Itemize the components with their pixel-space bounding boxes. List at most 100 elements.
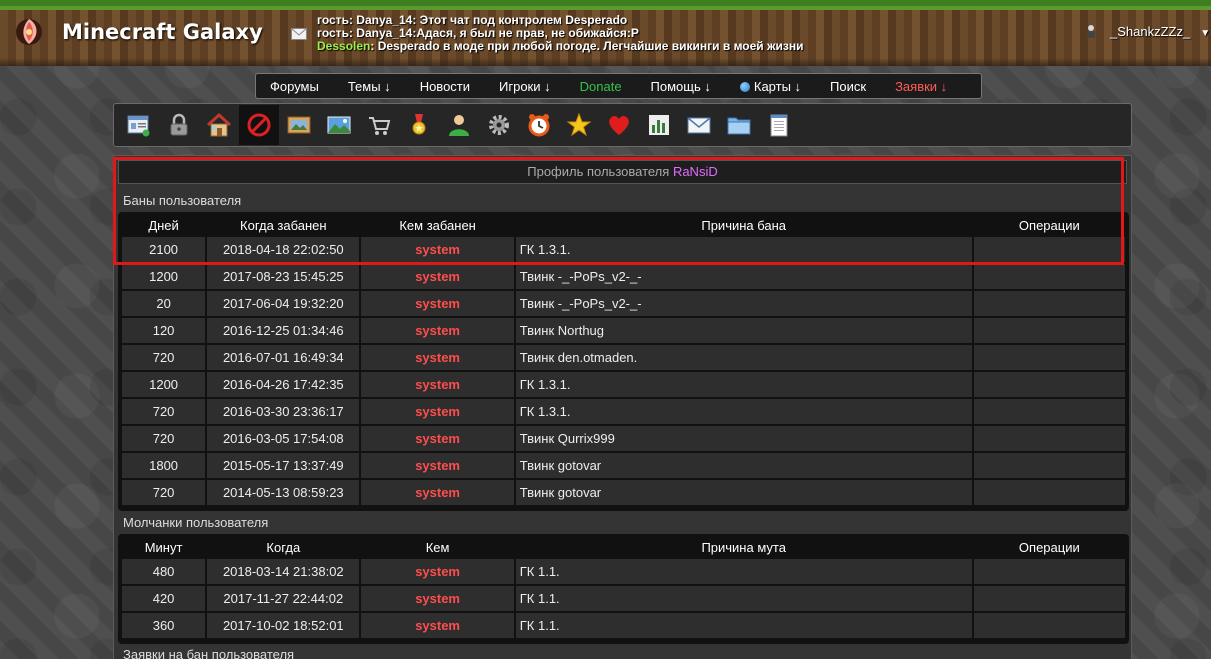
ban-reason: Твинк den.otmaden. (515, 345, 972, 370)
landscape-icon[interactable] (319, 105, 359, 145)
clock-icon[interactable] (519, 105, 559, 145)
globe-icon (739, 81, 750, 92)
chat-nick[interactable]: гость (317, 13, 349, 27)
ban-operations (973, 426, 1125, 451)
column-header: Причина мута (515, 538, 972, 557)
column-header: Операции (973, 538, 1125, 557)
table-row: 120 2016-12-25 01:34:46 system Твинк Northu… (122, 318, 1125, 343)
table-row: 420 2017-11-27 22:44:02 system ГК 1.1. (122, 586, 1125, 611)
mute-reason: ГК 1.1. (515, 586, 972, 611)
ban-date: 2015-05-17 13:37:49 (207, 453, 360, 478)
ban-author-link[interactable]: system (361, 480, 514, 505)
nav-item-donate[interactable]: Donate (580, 79, 622, 94)
ban-reason: Твинк -_-PoPs_v2-_- (515, 264, 972, 289)
mute-author-link[interactable]: system (361, 559, 514, 584)
column-header: Кем (361, 538, 514, 557)
mail-icon[interactable] (291, 28, 307, 40)
profile-username[interactable]: RaNsiD (673, 164, 718, 179)
ban-operations (973, 345, 1125, 370)
table-row: 480 2018-03-14 21:38:02 system ГК 1.1. (122, 559, 1125, 584)
nav-item-maps-label: Карты ↓ (753, 78, 802, 94)
bans-table: Дней Когда забанен Кем забанен Причина б… (118, 212, 1129, 511)
ban-days: 720 (122, 399, 206, 424)
galaxy-logo-icon[interactable] (12, 14, 46, 48)
nav-item-players[interactable]: Игроки ↓ (499, 79, 551, 94)
ban-author-link[interactable]: system (361, 372, 514, 397)
ban-reason: ГК 1.3.1. (515, 399, 972, 424)
table-row: 720 2016-03-05 17:54:08 system Твинк Qurrix… (122, 426, 1125, 451)
mute-author-link[interactable]: system (361, 586, 514, 611)
table-row: 720 2014-05-13 08:59:23 system Твинк gotova… (122, 480, 1125, 505)
ban-date: 2016-03-30 23:36:17 (207, 399, 360, 424)
nav-item-search[interactable]: Поиск (830, 79, 866, 94)
chat-message: : Danya_14: Этот чат под контролем Despe… (348, 13, 628, 27)
nav-item-news[interactable]: Новости (420, 79, 470, 94)
ban-author-link[interactable]: system (361, 264, 514, 289)
ban-author-link[interactable]: system (361, 345, 514, 370)
ban-operations (973, 237, 1125, 262)
ban-date: 2018-04-18 22:02:50 (207, 237, 360, 262)
nav-item-topics[interactable]: Темы ↓ (348, 79, 391, 94)
ban-author-link[interactable]: system (361, 399, 514, 424)
chat-nick[interactable]: гость (317, 26, 349, 40)
column-header: Кем забанен (361, 216, 514, 235)
ban-reason: Твинк Northug (515, 318, 972, 343)
mute-date: 2017-10-02 18:52:01 (207, 613, 360, 638)
ban-operations (973, 453, 1125, 478)
chat-line: Dessolen: Desperado в моде при любой пог… (317, 40, 803, 53)
ban-author-link[interactable]: system (361, 291, 514, 316)
gear-icon[interactable] (479, 105, 519, 145)
user-icon[interactable] (439, 105, 479, 145)
mute-reason: ГК 1.1. (515, 559, 972, 584)
chat-message: : Danya_14:Адася, я был не прав, не обиж… (348, 26, 639, 40)
table-row: 1800 2015-05-17 13:37:49 system Твинк gotov… (122, 453, 1125, 478)
heart-icon[interactable] (599, 105, 639, 145)
id-card-icon[interactable] (119, 105, 159, 145)
ban-operations (973, 372, 1125, 397)
ban-days: 120 (122, 318, 206, 343)
ban-operations (973, 291, 1125, 316)
nav-item-requests[interactable]: Заявки ↓ (895, 79, 947, 94)
ban-author-link[interactable]: system (361, 453, 514, 478)
ban-author-link[interactable]: system (361, 318, 514, 343)
profile-panel: Профиль пользователя RaNsiD Баны пользов… (113, 155, 1132, 659)
picture-icon[interactable] (279, 105, 319, 145)
nav-item-help[interactable]: Помощь ↓ (651, 79, 711, 94)
ban-author-link[interactable]: system (361, 237, 514, 262)
column-header: Причина бана (515, 216, 972, 235)
mute-date: 2017-11-27 22:44:02 (207, 586, 360, 611)
ban-date: 2016-12-25 01:34:46 (207, 318, 360, 343)
ban-operations (973, 318, 1125, 343)
mute-reason: ГК 1.1. (515, 613, 972, 638)
mutes-table: Минут Когда Кем Причина мута Операции 48… (118, 534, 1129, 644)
nav-item-forums[interactable]: Форумы (270, 79, 319, 94)
mute-author-link[interactable]: system (361, 613, 514, 638)
medal-icon[interactable] (399, 105, 439, 145)
folder-icon[interactable] (719, 105, 759, 145)
ban-days: 1200 (122, 372, 206, 397)
table-row: 20 2017-06-04 19:32:20 system Твинк -_-PoPs… (122, 291, 1125, 316)
profile-header: Профиль пользователя RaNsiD (118, 160, 1127, 184)
ban-icon[interactable] (239, 105, 279, 145)
profile-label: Профиль пользователя (527, 164, 670, 179)
user-menu[interactable]: _ShankzZZz_ ▼ (1086, 24, 1210, 39)
site-title[interactable]: Minecraft Galaxy (62, 20, 263, 44)
ban-author-link[interactable]: system (361, 426, 514, 451)
column-header: Дней (122, 216, 206, 235)
chart-icon[interactable] (639, 105, 679, 145)
ban-reason: Твинк -_-PoPs_v2-_- (515, 291, 972, 316)
lock-icon[interactable] (159, 105, 199, 145)
table-row: 360 2017-10-02 18:52:01 system ГК 1.1. (122, 613, 1125, 638)
chat-nick[interactable]: Dessolen (317, 39, 370, 53)
star-icon[interactable] (559, 105, 599, 145)
envelope-icon[interactable] (679, 105, 719, 145)
chevron-down-icon: ▼ (1200, 28, 1211, 39)
cart-icon[interactable] (359, 105, 399, 145)
notepad-icon[interactable] (759, 105, 799, 145)
ban-date: 2014-05-13 08:59:23 (207, 480, 360, 505)
ban-reason: Твинк gotovar (515, 453, 972, 478)
nav-item-maps[interactable]: Карты ↓ (739, 78, 802, 94)
home-icon[interactable] (199, 105, 239, 145)
table-row: 2100 2018-04-18 22:02:50 system ГК 1.3.1. (122, 237, 1125, 262)
ban-days: 2100 (122, 237, 206, 262)
